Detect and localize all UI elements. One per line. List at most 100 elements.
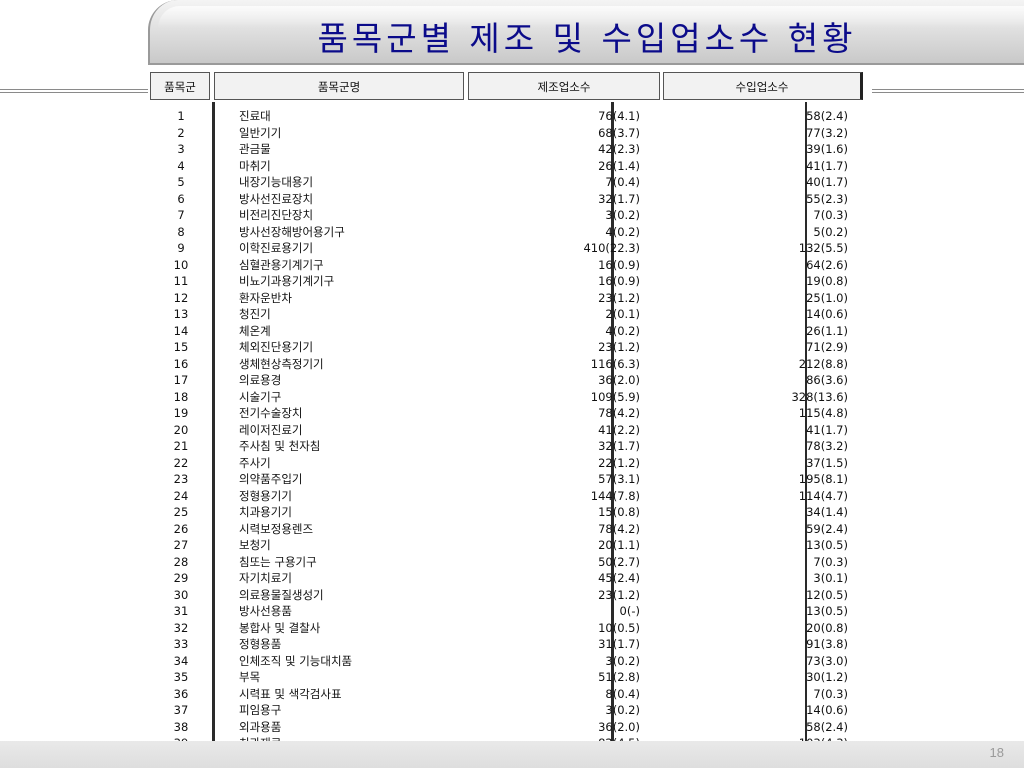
cell-importers: 77(3.2): [806, 125, 848, 140]
cell-group-name: 외과용품: [239, 719, 282, 734]
cell-group-no: 31: [173, 604, 189, 618]
cell-importers: 55(2.3): [806, 191, 848, 206]
cell-importers: 195(8.1): [798, 472, 848, 486]
cell-group-no: 34: [173, 653, 189, 668]
table-row: 19 전기수술장치 78(4.2) 115(4.8): [150, 405, 870, 422]
cell-group-no: 19: [173, 406, 189, 420]
table-row: 3 관금물 42(2.3) 39(1.6): [150, 141, 870, 158]
cell-group-no: 11: [173, 274, 189, 288]
divider-left-2: [0, 92, 148, 93]
cell-group-no: 26: [173, 521, 189, 536]
table-row: 20 레이저진료기 41(2.2) 41(1.7): [150, 422, 870, 439]
cell-group-no: 9: [177, 241, 185, 255]
table-row: 26 시력보정용렌즈 78(4.2) 59(2.4): [150, 521, 870, 538]
cell-importers: 12(0.5): [806, 587, 848, 602]
cell-group-name: 부목: [239, 670, 261, 684]
header-manufacturers: 제조업소수: [468, 72, 660, 100]
cell-manufacturers: 410(22.3): [583, 241, 640, 255]
cell-group-no: 20: [173, 422, 189, 437]
cell-group-name: 마취기: [239, 158, 271, 173]
cell-group-name: 치과용기기: [239, 505, 292, 519]
cell-manufacturers: 23(1.2): [598, 290, 640, 305]
cell-group-no: 17: [173, 373, 189, 387]
cell-importers: 30(1.2): [806, 670, 848, 684]
cell-importers: 37(1.5): [806, 455, 848, 470]
cell-manufacturers: 116(6.3): [590, 356, 640, 371]
table-row: 18 시술기구 109(5.9) 328(13.6): [150, 389, 870, 406]
cell-group-no: 21: [173, 439, 189, 453]
cell-importers: 41(1.7): [806, 422, 848, 437]
cell-group-no: 25: [173, 505, 189, 519]
cell-group-name: 자기치료기: [239, 571, 292, 585]
cell-group-name: 체외진단용기기: [239, 340, 314, 354]
cell-importers: 14(0.6): [806, 307, 848, 321]
table-row: 17 의료용경 36(2.0) 86(3.6): [150, 372, 870, 389]
cell-manufacturers: 31(1.7): [598, 637, 640, 651]
table-row: 27 보청기 20(1.1) 13(0.5): [150, 537, 870, 554]
cell-group-name: 시술기구: [239, 389, 282, 404]
cell-importers: 13(0.5): [806, 604, 848, 618]
cell-group-no: 33: [173, 637, 189, 651]
cell-group-no: 30: [173, 587, 189, 602]
cell-importers: 78(3.2): [806, 439, 848, 453]
cell-importers: 40(1.7): [806, 175, 848, 189]
cell-group-name: 보청기: [239, 538, 271, 552]
table-row: 7 비전리진단장치 3(0.2) 7(0.3): [150, 207, 870, 224]
header-group-no: 품목군: [150, 72, 210, 100]
cell-group-name: 전기수술장치: [239, 406, 303, 420]
cell-manufacturers: 16(0.9): [598, 257, 640, 272]
cell-importers: 114(4.7): [798, 488, 848, 503]
cell-group-no: 6: [177, 191, 185, 206]
table-row: 31 방사선용품 0(-) 13(0.5): [150, 603, 870, 620]
cell-group-no: 29: [173, 571, 189, 585]
table-row: 23 의약품주입기 57(3.1) 195(8.1): [150, 471, 870, 488]
cell-manufacturers: 20(1.1): [598, 538, 640, 552]
cell-manufacturers: 50(2.7): [598, 554, 640, 569]
cell-group-name: 방사선용품: [239, 604, 292, 618]
cell-manufacturers: 4(0.2): [605, 323, 640, 338]
cell-group-no: 2: [177, 125, 185, 140]
cell-manufacturers: 32(1.7): [598, 191, 640, 206]
cell-manufacturers: 3(0.2): [605, 208, 640, 222]
cell-importers: 64(2.6): [806, 257, 848, 272]
cell-manufacturers: 109(5.9): [590, 389, 640, 404]
cell-manufacturers: 16(0.9): [598, 274, 640, 288]
cell-importers: 20(0.8): [806, 620, 848, 635]
cell-manufacturers: 78(4.2): [598, 406, 640, 420]
cell-manufacturers: 36(2.0): [598, 719, 640, 734]
table-body: 1 진료대 76(4.1) 58(2.4) 2 일반기기 68(3.7) 77(3.2) 3 관금…: [150, 108, 870, 752]
cell-importers: 3(0.1): [813, 571, 848, 585]
cell-group-name: 봉합사 및 결찰사: [239, 620, 321, 635]
footer-bar: [0, 741, 1024, 768]
cell-manufacturers: 10(0.5): [598, 620, 640, 635]
cell-group-no: 8: [177, 224, 185, 239]
cell-group-no: 38: [173, 719, 189, 734]
table-row: 22 주사기 22(1.2) 37(1.5): [150, 455, 870, 472]
cell-importers: 115(4.8): [798, 406, 848, 420]
cell-group-no: 7: [177, 208, 185, 222]
cell-importers: 212(8.8): [798, 356, 848, 371]
table-row: 28 침또는 구용기구 50(2.7) 7(0.3): [150, 554, 870, 571]
cell-group-name: 내장기능대용기: [239, 175, 314, 189]
table-row: 35 부목 51(2.8) 30(1.2): [150, 669, 870, 686]
cell-manufacturers: 2(0.1): [605, 307, 640, 321]
table-row: 30 의료용물질생성기 23(1.2) 12(0.5): [150, 587, 870, 604]
cell-group-name: 침또는 구용기구: [239, 554, 317, 569]
cell-group-name: 청진기: [239, 307, 271, 321]
cell-group-name: 의료용경: [239, 373, 282, 387]
table-row: 2 일반기기 68(3.7) 77(3.2): [150, 125, 870, 142]
cell-group-name: 비전리진단장치: [239, 208, 314, 222]
table-row: 36 시력표 및 색각검사표 8(0.4) 7(0.3): [150, 686, 870, 703]
cell-group-name: 방사선장해방어용기구: [239, 224, 345, 239]
table-row: 5 내장기능대용기 7(0.4) 40(1.7): [150, 174, 870, 191]
cell-importers: 39(1.6): [806, 142, 848, 156]
cell-group-name: 주사침 및 천자침: [239, 439, 321, 453]
cell-group-name: 정형용기기: [239, 488, 292, 503]
cell-importers: 7(0.3): [813, 686, 848, 701]
cell-group-name: 이학진료용기기: [239, 241, 314, 255]
table-row: 34 인체조직 및 기능대치품 3(0.2) 73(3.0): [150, 653, 870, 670]
table-row: 29 자기치료기 45(2.4) 3(0.1): [150, 570, 870, 587]
cell-manufacturers: 15(0.8): [598, 505, 640, 519]
cell-manufacturers: 78(4.2): [598, 521, 640, 536]
cell-manufacturers: 45(2.4): [598, 571, 640, 585]
